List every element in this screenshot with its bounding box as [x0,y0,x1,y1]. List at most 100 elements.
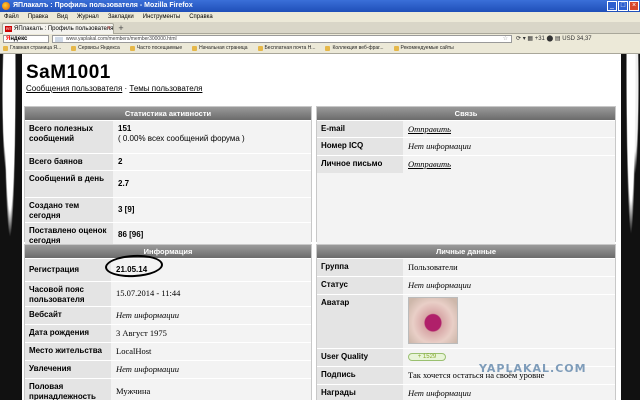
row-value: 151( 0.00% всех сообщений форума ) [113,121,311,153]
row-label: Место жительства [25,343,111,360]
menu-edit[interactable]: Правка [28,12,48,22]
menu-view[interactable]: Вид [57,12,68,22]
toolbar-extensions[interactable]: ⟳ ▾ ▦ +31 ⬤ ▤ USD 34,37 [516,35,592,43]
row-label: Аватар [317,295,403,348]
site-identity-icon[interactable] [55,37,63,42]
bookmark-item[interactable]: Сервисы Яндекса [71,44,120,53]
minimize-button[interactable]: _ [607,1,617,11]
window-controls: _ □ × [607,1,639,11]
row-label: Сообщений в день [25,171,113,197]
menu-tools[interactable]: Инструменты [143,12,180,22]
menu-bar: Файл Правка Вид Журнал Закладки Инструме… [0,12,640,22]
row-label: Половая принадлежность [25,379,111,400]
row-label: Награды [317,385,403,400]
window-title: ЯПлакалъ : Профиль пользователя - Mozill… [13,2,193,9]
total-posts-share: ( 0.00% всех сообщений форума ) [118,134,245,143]
personal-row: Статус Нет информации [317,276,615,294]
info-row: Часовой пояс пользователя 15.07.2014 - 1… [25,281,311,306]
panel-filler [317,173,615,245]
profile-page: SaM1001 Сообщения пользователя · Темы по… [22,54,621,400]
row-value: Нет информации [111,361,311,378]
tab-bar: ЯП ЯПлакалъ : Профиль пользователя × + [0,22,640,34]
close-button[interactable]: × [629,1,639,11]
menu-help[interactable]: Справка [189,12,213,22]
row-label: Увлечения [25,361,111,378]
contact-panel: Связь E-mail Отправить Номер ICQ Нет инф… [316,106,616,245]
site-watermark: YAPLAKAL.COM [479,362,587,375]
row-label: Регистрация [25,259,111,281]
row-label: Личное письмо [317,156,403,173]
user-topics-link[interactable]: Темы пользователя [129,84,202,93]
bookmark-item[interactable]: Коллекция веб-фраг... [325,44,384,53]
background-decoration-left [0,54,22,400]
panel-heading: Связь [317,107,615,120]
menu-history[interactable]: Журнал [77,12,99,22]
bookmark-star-icon[interactable]: ☆ [503,36,508,42]
row-value: Нет информации [403,138,615,155]
contact-row: E-mail Отправить [317,120,615,137]
row-label: Всего полезных сообщений [25,121,113,153]
new-tab-button[interactable]: + [116,24,126,33]
row-value: Пользователи [403,259,615,276]
bookmark-item[interactable]: Начальная страница [192,44,248,53]
tab-profile[interactable]: ЯП ЯПлакалъ : Профиль пользователя × [2,23,114,34]
row-label: Всего баянов [25,154,113,170]
page-title: SaM1001 [26,62,111,83]
row-value: Мужчина [111,379,311,400]
page-viewport: SaM1001 Сообщения пользователя · Темы по… [0,54,640,400]
bookmark-item[interactable]: Рекомендуемые сайты [393,44,454,53]
stats-row: Всего баянов 2 [25,153,311,170]
info-row: Увлечения Нет информации [25,360,311,378]
row-value: Нет информации [403,385,615,400]
site-favicon-icon: ЯП [5,26,12,32]
email-send-link[interactable]: Отправить [403,121,615,137]
row-label: Создано тем сегодня [25,198,113,222]
total-posts-value: 151 [118,124,132,133]
firefox-icon [2,2,10,10]
address-url: www.yaplakal.com/members/member300000.ht… [66,36,177,42]
maximize-button[interactable]: □ [618,1,628,11]
row-value: 15.07.2014 - 11:44 [111,282,311,306]
contact-row: Номер ICQ Нет информации [317,137,615,155]
bookmark-item[interactable]: Часто посещаемые [129,44,182,53]
info-row: Место жительства LocalHost [25,342,311,360]
bookmark-item[interactable]: Главная страница Я... [3,44,61,53]
row-value: 2 [113,154,311,170]
contact-row: Личное письмо Отправить [317,155,615,173]
yandex-search-logo[interactable]: Яндекс [3,35,49,43]
bookmark-item[interactable]: Бесплатная почта H... [257,44,315,53]
row-value: Нет информации [403,277,615,294]
window-titlebar: ЯПлакалъ : Профиль пользователя - Mozill… [0,0,640,12]
info-panel: Информация Регистрация 21.05.14 Часовой … [24,244,312,400]
panel-heading: Информация [25,245,311,258]
tab-close-icon[interactable]: × [107,24,111,34]
menu-bookmarks[interactable]: Закладки [108,12,134,22]
personal-panel: Личные данные Группа Пользователи Статус… [316,244,616,400]
background-decoration-right [621,54,640,400]
address-bar[interactable]: www.yaplakal.com/members/member300000.ht… [52,35,512,43]
private-message-link[interactable]: Отправить [403,156,615,173]
row-label: E-mail [317,121,403,137]
stats-row: Сообщений в день 2.7 [25,170,311,197]
navigation-bar: Яндекс www.yaplakal.com/members/member30… [0,34,640,44]
activity-stats-panel: Статистика активности Всего полезных соо… [24,106,312,247]
user-quality-badge: + 1529 [408,352,446,361]
panel-heading: Статистика активности [25,107,311,120]
personal-row: Аватар [317,294,615,348]
panel-heading: Личные данные [317,245,615,258]
menu-file[interactable]: Файл [4,12,19,22]
row-label: Вебсайт [25,307,111,324]
user-messages-link[interactable]: Сообщения пользователя [26,84,122,93]
row-label: Группа [317,259,403,276]
personal-row: Группа Пользователи [317,258,615,276]
tab-label: ЯПлакалъ : Профиль пользователя [14,26,114,32]
row-label: Статус [317,277,403,294]
personal-row: Награды Нет информации [317,384,615,400]
row-value: 3 Август 1975 [111,325,311,342]
yandex-logo-text: ндекс [10,36,28,42]
stats-row: Создано тем сегодня 3 [9] [25,197,311,222]
row-label: Номер ICQ [317,138,403,155]
profile-links: Сообщения пользователя · Темы пользовате… [26,84,202,93]
row-label: Подпись [317,367,403,384]
info-row: Дата рождения 3 Август 1975 [25,324,311,342]
